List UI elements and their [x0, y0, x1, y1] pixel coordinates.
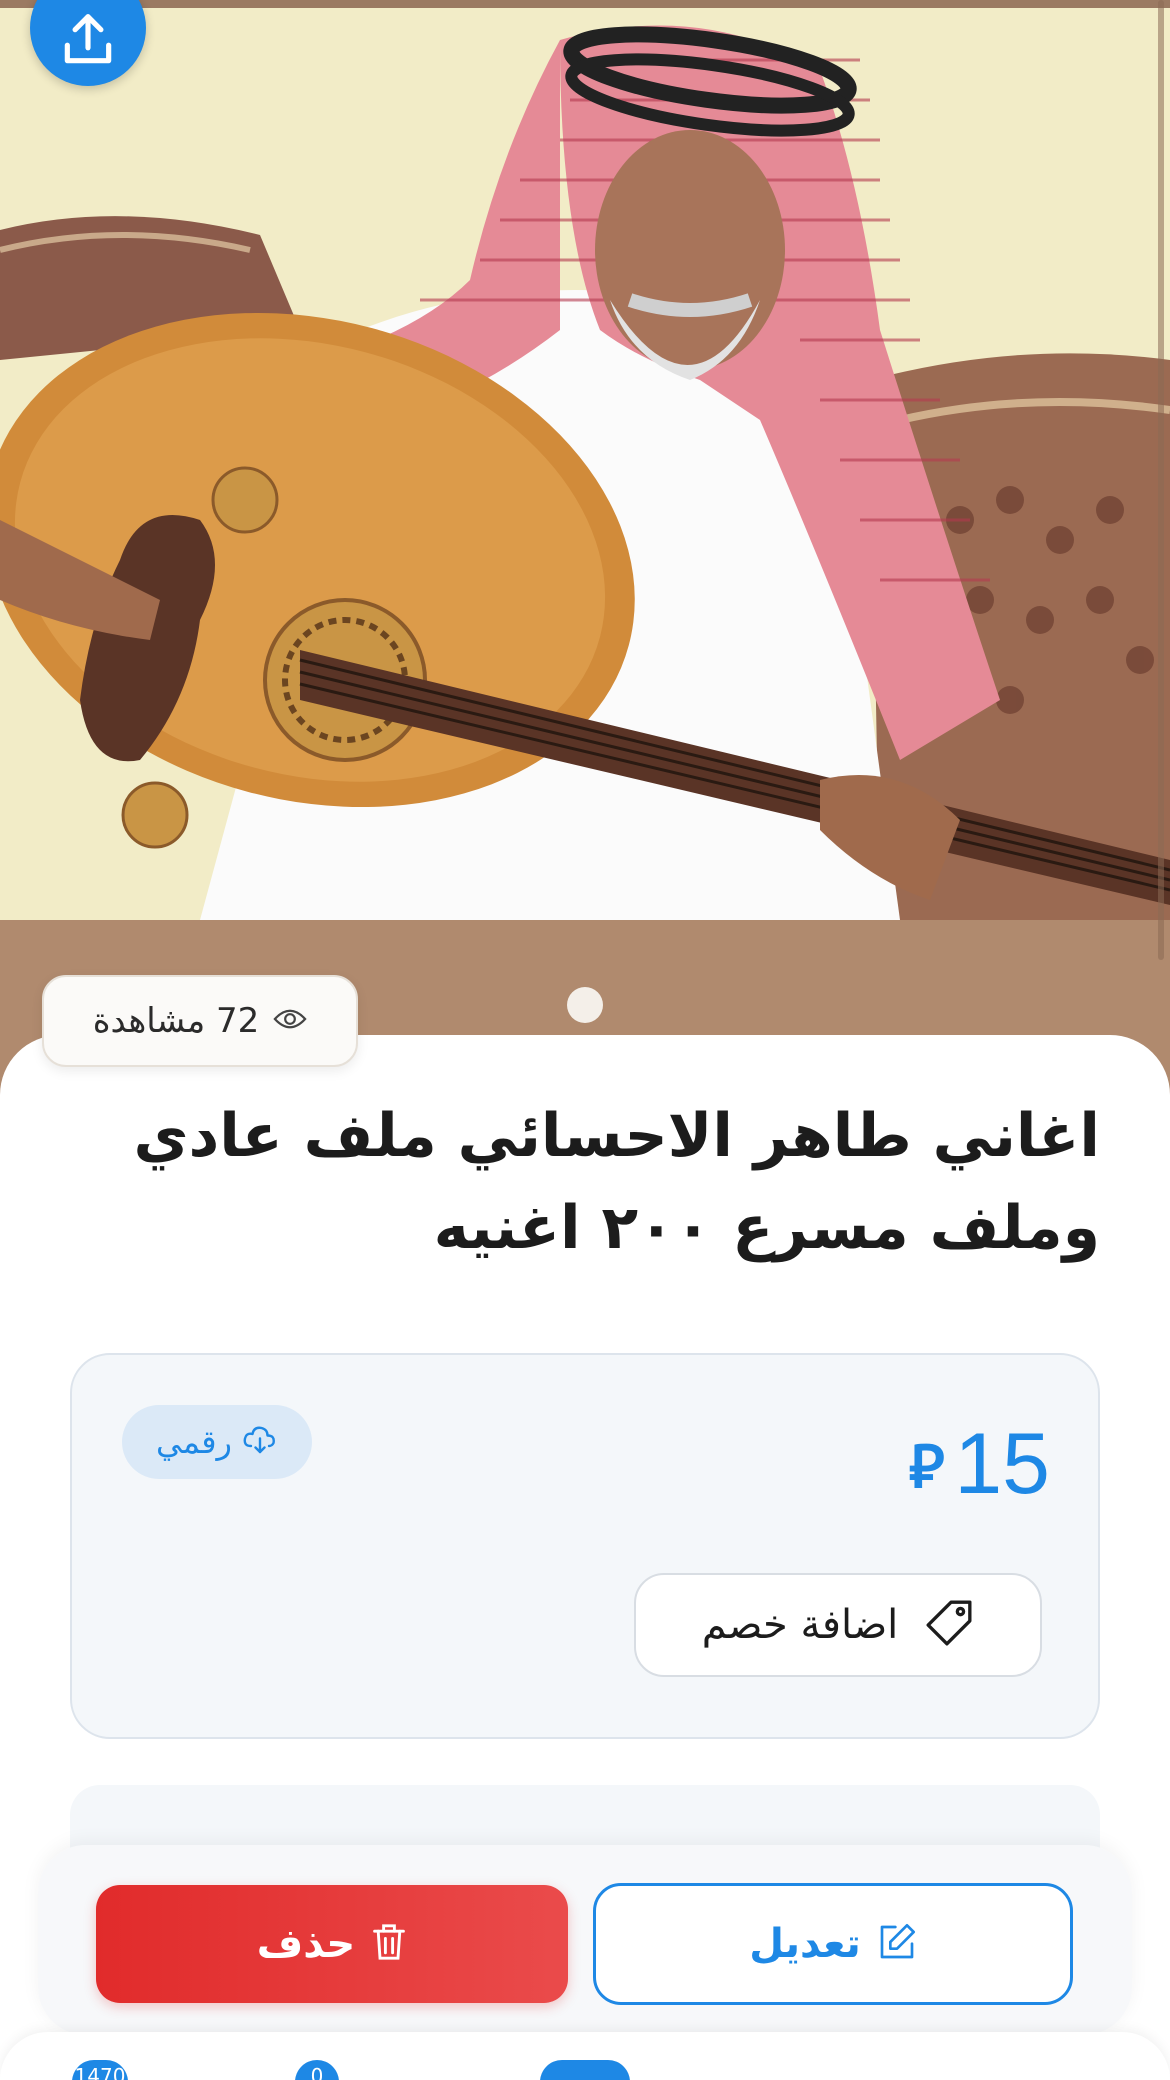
tab-badge-notifications[interactable]: 0 [295, 2060, 339, 2080]
views-count-chip: 72 مشاهدة [42, 975, 358, 1067]
tab-active-indicator[interactable] [540, 2060, 630, 2080]
eye-icon [273, 1008, 307, 1034]
product-price: ⃁ 15 [909, 1415, 1050, 1514]
price-amount: 15 [954, 1416, 1050, 1512]
product-image[interactable] [0, 0, 1170, 920]
add-discount-label: اضافة خصم [701, 1602, 899, 1648]
product-type-badge: رقمي [122, 1405, 312, 1479]
views-count-text: 72 مشاهدة [92, 1001, 260, 1041]
delete-label: حذف [256, 1921, 356, 1967]
price-card: ⃁ 15 رقمي اضافة خصم [70, 1353, 1100, 1739]
product-title: اغاني طاهر الاحسائي ملف عادي وملف مسرع ٢… [133, 1101, 1100, 1263]
delete-button[interactable]: حذف [96, 1885, 568, 2003]
product-type-label: رقمي [156, 1423, 232, 1461]
product-details-screen: 72 مشاهدة اغاني طاهر الاحسائي ملف عادي و… [0, 0, 1170, 2080]
status-strip [0, 0, 1170, 8]
add-discount-button[interactable]: اضافة خصم [634, 1573, 1042, 1677]
gallery-dot-active[interactable] [567, 987, 603, 1023]
currency-symbol: ⃁ [908, 1431, 945, 1502]
scrollbar[interactable] [1158, 0, 1164, 960]
action-bar: حذف تعديل [38, 1845, 1132, 2035]
edit-label: تعديل [749, 1921, 861, 1967]
tag-icon [924, 1598, 974, 1652]
share-upload-icon [57, 0, 119, 75]
bottom-tab-bar: 1470 0 [0, 2032, 1170, 2080]
edit-button[interactable]: تعديل [593, 1883, 1073, 2005]
cloud-download-icon [242, 1425, 278, 1459]
edit-icon [877, 1922, 917, 1966]
product-photo [0, 0, 1170, 920]
tab-badge-orders[interactable]: 1470 [72, 2060, 128, 2080]
trash-icon [371, 1922, 407, 1966]
